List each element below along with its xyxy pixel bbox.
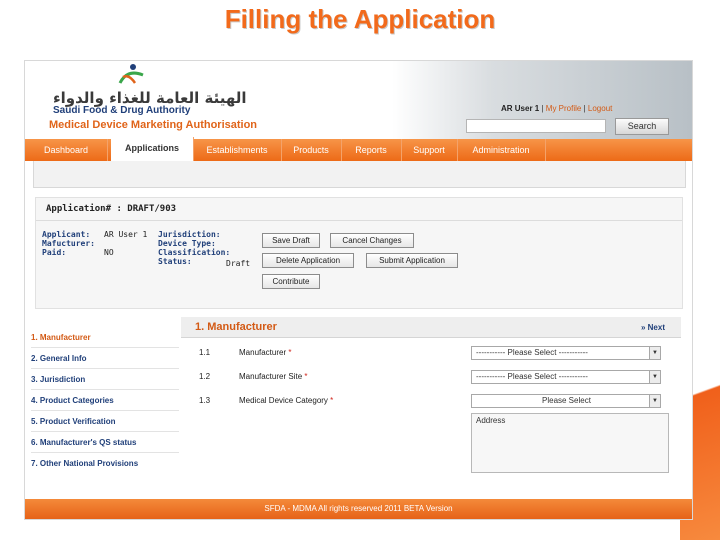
step-general-info[interactable]: 2. General Info [31,354,87,363]
step-product-categories[interactable]: 4. Product Categories [31,396,114,405]
divider [31,368,179,369]
manufacturer-section: 1. Manufacturer » Next 1.1 Manufacturer … [181,317,681,495]
submit-application-button[interactable]: Submit Application [366,253,458,268]
save-draft-button[interactable]: Save Draft [262,233,320,248]
separator: | [541,104,544,113]
manufacturer-label: Mafucturer: [42,239,95,248]
next-link[interactable]: » Next [641,323,665,332]
paid-label: Paid: [42,248,67,257]
dropdown-arrow-icon: ▼ [649,395,660,407]
step-manufacturer-qs-status[interactable]: 6. Manufacturer's QS status [31,438,137,447]
footer-text: SFDA - MDMA All rights reserved 2011 BET… [264,504,453,513]
form-row-manufacturer-site: 1.2 Manufacturer Site * ----------- Plea… [191,367,681,387]
row-label-text: Manufacturer [239,348,287,357]
tab-administration[interactable]: Administration [457,139,546,161]
tab-products[interactable]: Products [281,139,342,161]
device-type-label: Device Type: [158,239,216,248]
contribute-button[interactable]: Contribute [262,274,320,289]
separator: | [583,104,586,113]
divider [31,389,179,390]
step-other-national-provisions[interactable]: 7. Other National Provisions [31,459,138,468]
required-mark: * [330,396,334,405]
slide-title: Filling the Application [224,4,496,34]
row-number: 1.1 [199,348,211,357]
divider [31,410,179,411]
applicant-label: Applicant: [42,230,91,239]
divider [31,452,179,453]
footer: SFDA - MDMA All rights reserved 2011 BET… [25,499,692,519]
divider [31,347,179,348]
section-header: 1. Manufacturer » Next [181,317,681,338]
dropdown-arrow-icon: ▼ [649,347,660,359]
divider [36,220,682,221]
row-label-text: Manufacturer Site [239,372,303,381]
address-label: Address [476,416,506,425]
select-value: ----------- Please Select ----------- [476,372,588,381]
step-jurisdiction[interactable]: 3. Jurisdiction [31,375,85,384]
next-label: Next [647,323,665,332]
application-summary-panel: Application# : DRAFT/903 Applicant: AR U… [35,197,683,309]
select-value: Please Select [542,396,591,405]
app-window: الهيئة العامة للغذاء والدواء Saudi Food … [24,60,693,520]
user-bar: AR User 1 | My Profile | Logout [501,104,612,113]
device-category-select[interactable]: Please Select ▼ [471,394,661,408]
select-value: ----------- Please Select ----------- [476,348,588,357]
status-label: Status: [158,257,192,266]
logout-link[interactable]: Logout [588,104,612,113]
cancel-changes-button[interactable]: Cancel Changes [330,233,414,248]
step-manufacturer[interactable]: 1. Manufacturer [31,333,91,342]
system-name: Medical Device Marketing Authorisation [49,119,258,131]
jurisdiction-label: Jurisdiction: [158,230,221,239]
required-mark: * [304,372,308,381]
brand-english-name: Saudi Food & Drug Authority [53,105,191,116]
section-title: 1. Manufacturer [195,321,277,333]
paid-value: NO [104,248,114,257]
tab-applications[interactable]: Applications [111,137,194,161]
status-value: Draft [226,259,251,268]
delete-application-button[interactable]: Delete Application [262,253,354,268]
tab-reports[interactable]: Reports [341,139,402,161]
step-product-verification[interactable]: 5. Product Verification [31,417,115,426]
double-chevron-right-icon: » [640,323,646,332]
sub-toolbar [33,161,686,188]
row-number: 1.2 [199,372,211,381]
row-label: Manufacturer * [239,348,292,357]
applicant-value: AR User 1 [104,230,148,239]
row-label-text: Medical Device Category [239,396,328,405]
my-profile-link[interactable]: My Profile [546,104,582,113]
divider [31,431,179,432]
tab-support[interactable]: Support [401,139,458,161]
classification-label: Classification: [158,248,231,257]
row-label: Medical Device Category * [239,396,333,405]
tab-dashboard[interactable]: Dashboard [25,139,108,161]
row-label: Manufacturer Site * [239,372,308,381]
tab-establishments[interactable]: Establishments [193,139,282,161]
required-mark: * [288,348,292,357]
header: الهيئة العامة للغذاء والدواء Saudi Food … [25,61,692,139]
search-input[interactable] [466,119,606,133]
row-number: 1.3 [199,396,211,405]
address-textarea[interactable]: Address [471,413,669,473]
form-row-device-category: 1.3 Medical Device Category * Please Sel… [191,391,681,411]
dropdown-arrow-icon: ▼ [649,371,660,383]
search-button[interactable]: Search [615,118,669,135]
sfda-logo-icon [118,64,144,84]
manufacturer-select[interactable]: ----------- Please Select ----------- ▼ [471,346,661,360]
current-user: AR User 1 [501,104,540,113]
form-row-manufacturer: 1.1 Manufacturer * ----------- Please Se… [191,343,681,363]
manufacturer-site-select[interactable]: ----------- Please Select ----------- ▼ [471,370,661,384]
main-nav: Dashboard Applications Establishments Pr… [25,137,692,161]
application-number: Application# : DRAFT/903 [46,204,177,214]
